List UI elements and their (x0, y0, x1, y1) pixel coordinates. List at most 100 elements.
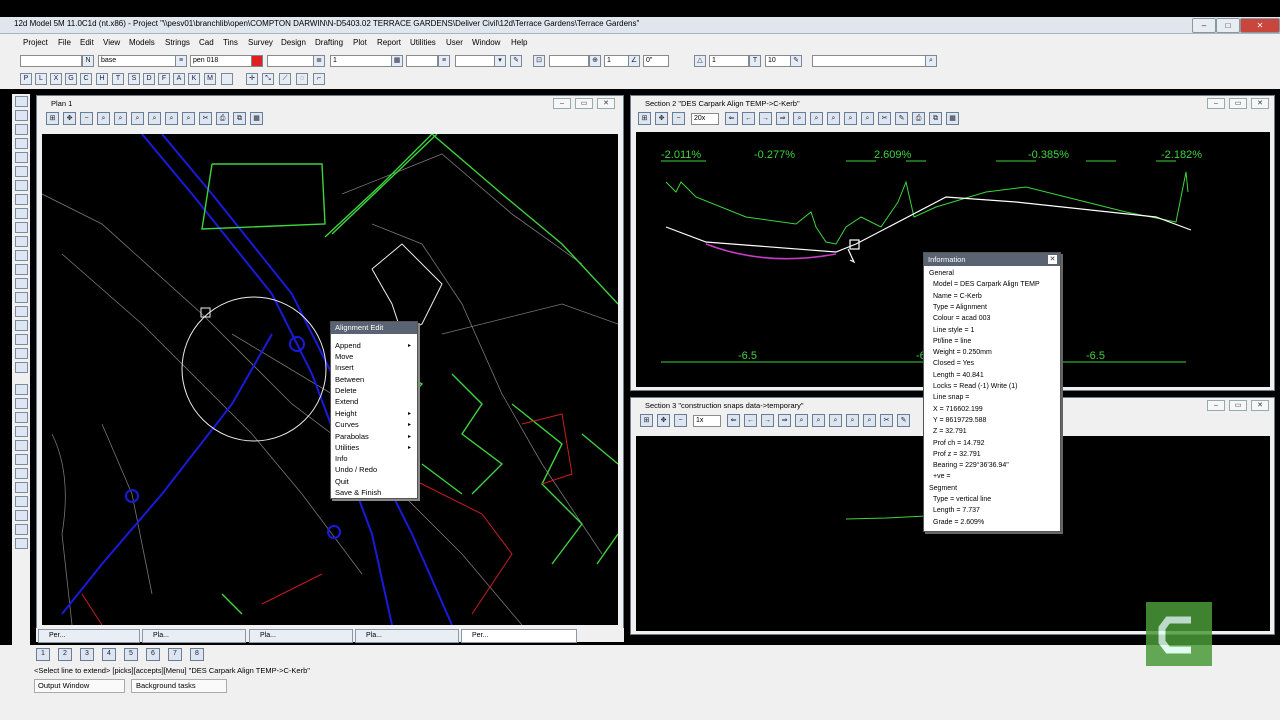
view-button[interactable]: 5 (124, 648, 138, 661)
tab-window[interactable]: Per... (38, 629, 140, 643)
plan1-print-icon[interactable]: ⎙ (216, 112, 229, 125)
view-button[interactable]: 6 (146, 648, 160, 661)
menu-project[interactable]: Project (23, 38, 48, 47)
section2-fit-icon[interactable]: ⊞ (638, 112, 651, 125)
section2-pan-icon[interactable]: ✥ (655, 112, 668, 125)
dropdown-arrow-icon[interactable]: ▾ (494, 55, 506, 67)
menu-user[interactable]: User (446, 38, 463, 47)
text-tool-icon[interactable] (15, 398, 28, 409)
model-tool-icon[interactable] (15, 250, 28, 261)
angle-icon[interactable]: ∠ (628, 55, 640, 67)
view-button[interactable]: 1 (36, 648, 50, 661)
section3-tools-icon[interactable]: ✂ (880, 414, 893, 427)
snap-cross-icon[interactable]: ✛ (246, 73, 258, 85)
info-close-icon[interactable]: ✕ (1048, 255, 1057, 264)
plan1-zoom-icon[interactable]: ⌕ (97, 112, 110, 125)
pen-icon[interactable]: ✎ (510, 55, 522, 67)
menu-item-height[interactable]: Height (335, 409, 357, 418)
polyline-tool-icon[interactable] (15, 124, 28, 135)
shield-tool-icon[interactable] (15, 348, 28, 359)
pen-tool-icon[interactable] (15, 180, 28, 191)
hatch-tool-icon[interactable] (15, 496, 28, 507)
line-tool-icon[interactable] (15, 110, 28, 121)
section2-zoom-icon[interactable]: ⌕ (793, 112, 806, 125)
close-button[interactable]: ✕ (1240, 18, 1280, 33)
size-icon[interactable]: ⊕ (589, 55, 601, 67)
pencil-tool-icon[interactable] (15, 426, 28, 437)
rotate-tool-icon[interactable] (15, 320, 28, 331)
section3-zoom-prev-icon[interactable]: ⌕ (863, 414, 876, 427)
plan1-zoom-next-icon[interactable]: ⌕ (182, 112, 195, 125)
menu-utilities[interactable]: Utilities (410, 38, 436, 47)
section2-minus-icon[interactable]: − (672, 112, 685, 125)
section2-edit-icon[interactable]: ✎ (895, 112, 908, 125)
section3-next-icon[interactable]: ⇒ (778, 414, 791, 427)
measure-tool-icon[interactable] (15, 468, 28, 479)
weight-field[interactable]: 1 (330, 55, 392, 67)
section2-prev-icon[interactable]: ⇐ (725, 112, 738, 125)
mode-f-button[interactable]: F (158, 73, 170, 85)
view-button[interactable]: 3 (80, 648, 94, 661)
menu-file[interactable]: File (58, 38, 71, 47)
plan1-minus-icon[interactable]: − (80, 112, 93, 125)
tab-window[interactable]: Pla... (142, 629, 246, 643)
snap-ortho-icon[interactable]: ⌐ (313, 73, 325, 85)
plan1-zoom-in-icon[interactable]: ⌕ (131, 112, 144, 125)
menu-report[interactable]: Report (377, 38, 401, 47)
section2-back-icon[interactable]: ← (742, 112, 755, 125)
menu-help[interactable]: Help (511, 38, 527, 47)
mode-l-button[interactable]: L (35, 73, 47, 85)
menu-item-extend[interactable]: Extend (335, 397, 358, 406)
section2-zoom-window-icon[interactable]: ⌕ (844, 112, 857, 125)
plan1-minimize-button[interactable]: – (553, 98, 571, 109)
model-picker-icon[interactable]: ≡ (175, 55, 187, 67)
menu-item-move[interactable]: Move (335, 352, 353, 361)
rectangle-tool-icon[interactable] (15, 166, 28, 177)
menu-item-curves[interactable]: Curves (335, 420, 359, 429)
curve-tool-icon[interactable] (15, 222, 28, 233)
background-tasks-tab[interactable]: Background tasks (131, 679, 227, 693)
section2-minimize-button[interactable]: – (1207, 98, 1225, 109)
section3-close-button[interactable]: ✕ (1251, 400, 1269, 411)
drape-tool-icon[interactable] (15, 454, 28, 465)
pattern-field[interactable] (455, 55, 497, 67)
mode-g-button[interactable]: G (65, 73, 77, 85)
table-tool-icon[interactable] (15, 236, 28, 247)
mode-m-button[interactable]: M (204, 73, 216, 85)
menu-drafting[interactable]: Drafting (315, 38, 343, 47)
size-field[interactable]: 1 (604, 55, 630, 67)
circle-tool-icon[interactable] (15, 138, 28, 149)
section3-zoom-out-icon[interactable]: ⌕ (829, 414, 842, 427)
mode-x-button[interactable]: X (50, 73, 62, 85)
snap-x-icon[interactable]: ⤡ (262, 73, 274, 85)
plan1-copy-icon[interactable]: ⧉ (233, 112, 246, 125)
textsize-field[interactable]: 10 (765, 55, 791, 67)
colour-field[interactable] (267, 55, 315, 67)
menu-models[interactable]: Models (129, 38, 155, 47)
view-button[interactable]: 2 (58, 648, 72, 661)
menu-cad[interactable]: Cad (199, 38, 214, 47)
section2-zoom-out-icon[interactable]: ⌕ (827, 112, 840, 125)
plan1-zoom-window-icon[interactable]: ⌕ (114, 112, 127, 125)
section3-fit-icon[interactable]: ⊞ (640, 414, 653, 427)
paint-tool-icon[interactable] (15, 292, 28, 303)
plan1-close-button[interactable]: ✕ (597, 98, 615, 109)
mode-d-button[interactable]: D (143, 73, 155, 85)
textsize-icon[interactable]: T (749, 55, 761, 67)
section2-tools-icon[interactable]: ✂ (878, 112, 891, 125)
view-button[interactable]: 8 (190, 648, 204, 661)
section2-zoom-in-icon[interactable]: ⌕ (810, 112, 823, 125)
section2-copy-icon[interactable]: ⧉ (929, 112, 942, 125)
mode-h-button[interactable]: H (96, 73, 108, 85)
section3-forward-icon[interactable]: → (761, 414, 774, 427)
mode-k-button[interactable]: K (188, 73, 200, 85)
align-tool-icon[interactable] (15, 482, 28, 493)
section2-zoom-prev-icon[interactable]: ⌕ (861, 112, 874, 125)
mode-s-button[interactable]: S (128, 73, 140, 85)
mode-extra-button[interactable] (221, 73, 233, 85)
menu-item-parabolas[interactable]: Parabolas (335, 432, 369, 441)
grid-icon[interactable]: ▦ (391, 55, 403, 67)
menu-item-append[interactable]: Append (335, 341, 361, 350)
section3-zoom-field[interactable]: 1x (693, 415, 721, 427)
globe-tool-icon[interactable] (15, 524, 28, 535)
